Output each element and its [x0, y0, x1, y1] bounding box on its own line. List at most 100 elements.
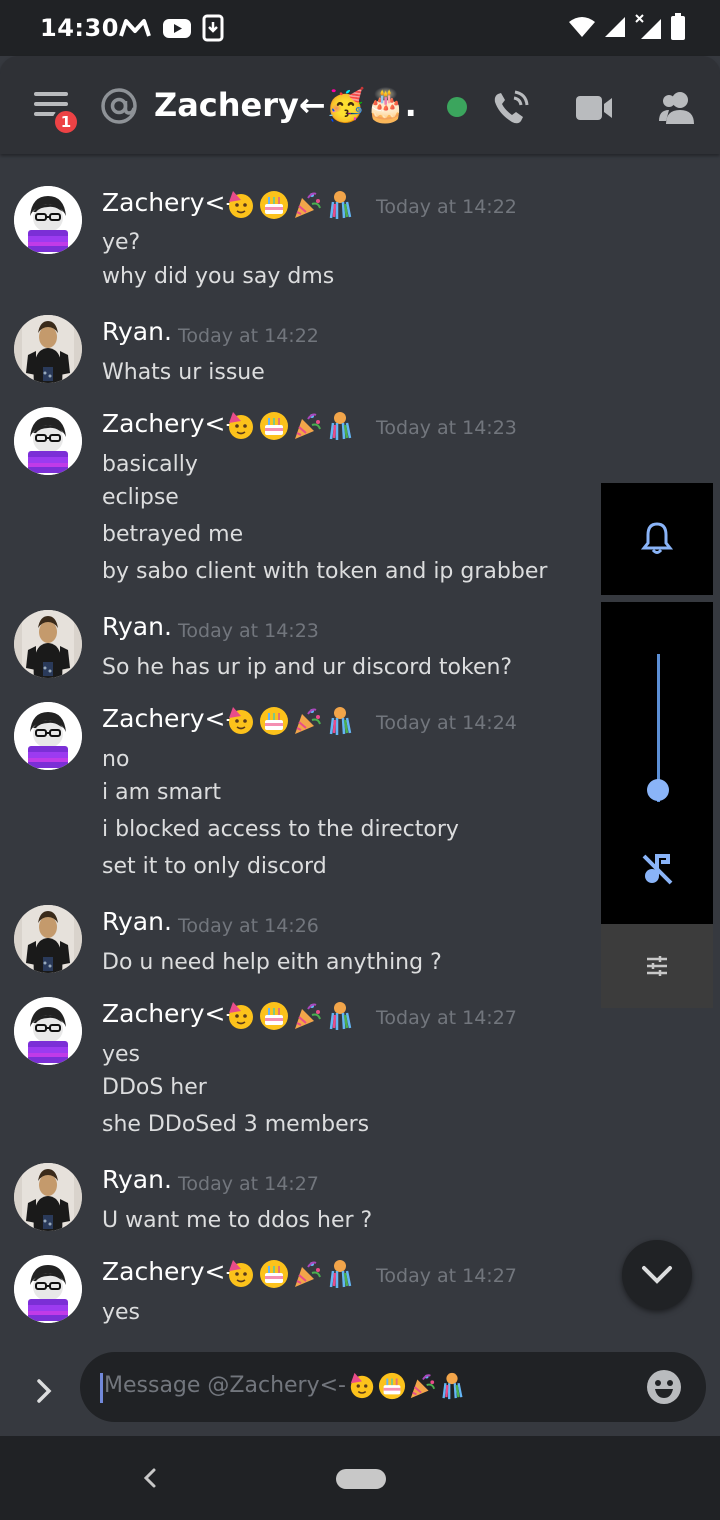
message-text[interactable]: So he has ur ip and ur discord token?: [102, 655, 512, 680]
author-emoji-0: [226, 706, 256, 736]
author-emoji-3: [325, 190, 355, 220]
message-author[interactable]: Ryan.: [102, 907, 172, 936]
back-icon[interactable]: [136, 1460, 166, 1496]
message-author[interactable]: Zachery<-: [102, 704, 234, 733]
discord-dm-screen: 14:30 1 Zachery←🥳🎂… Zachery<- Today at 14…: [0, 0, 720, 1520]
author-emoji-1: [259, 411, 289, 441]
home-button[interactable]: [336, 1469, 386, 1489]
author-emoji-2: [292, 190, 322, 220]
avatar[interactable]: [14, 407, 82, 475]
message-text[interactable]: set it to only discord: [102, 854, 327, 879]
message-text[interactable]: eclipse: [102, 485, 179, 510]
message-text[interactable]: she DDoSed 3 members: [102, 1112, 369, 1137]
author-emoji-1: [259, 1001, 289, 1031]
author-emojis: [226, 1259, 355, 1289]
channel-title: Zachery←🥳🎂…: [154, 86, 416, 124]
author-emojis: [226, 190, 355, 220]
message-author[interactable]: Zachery<-: [102, 999, 234, 1028]
message-text[interactable]: DDoS her: [102, 1075, 207, 1100]
message-author[interactable]: Zachery<-: [102, 188, 234, 217]
message-text[interactable]: U want me to ddos her ?: [102, 1208, 372, 1233]
placeholder-emoji-0: [348, 1372, 376, 1400]
author-emoji-0: [226, 1259, 256, 1289]
author-emojis: [226, 1001, 355, 1031]
message-timestamp: Today at 14:27: [376, 1007, 517, 1029]
signal-x-icon: [635, 14, 661, 39]
message-text[interactable]: Do u need help eith anything ?: [102, 950, 442, 975]
author-emoji-0: [226, 411, 256, 441]
equalizer-icon: [647, 956, 667, 976]
message-timestamp: Today at 14:23: [376, 417, 517, 439]
message-author[interactable]: Ryan.: [102, 612, 172, 641]
message-input[interactable]: Message @Zachery<-: [80, 1352, 706, 1422]
message-text[interactable]: i blocked access to the directory: [102, 817, 459, 842]
placeholder-emoji-2: [408, 1372, 436, 1400]
signal-icon: [605, 17, 625, 37]
author-emoji-1: [259, 706, 289, 736]
message-text[interactable]: yes: [102, 1300, 140, 1325]
author-emoji-2: [292, 411, 322, 441]
message-timestamp: Today at 14:27: [376, 1265, 517, 1287]
avatar[interactable]: [14, 610, 82, 678]
emoji-picker-icon[interactable]: [646, 1369, 682, 1405]
music-off-icon[interactable]: [640, 852, 674, 886]
message-text[interactable]: no: [102, 747, 129, 772]
chevron-right-icon[interactable]: [30, 1376, 60, 1406]
notification-icons: [118, 14, 224, 42]
status-time: 14:30: [40, 14, 119, 42]
author-emojis: [226, 706, 355, 736]
author-emoji-2: [292, 1001, 322, 1031]
message-timestamp: Today at 14:27: [178, 1173, 319, 1195]
message-text[interactable]: ye?: [102, 230, 140, 255]
avatar[interactable]: [14, 315, 82, 383]
status-bar: 14:30: [0, 0, 720, 56]
message-text[interactable]: Whats ur issue: [102, 360, 265, 385]
sound-settings-button[interactable]: [601, 924, 713, 1008]
message-author[interactable]: Ryan.: [102, 317, 172, 346]
author-emoji-3: [325, 1259, 355, 1289]
message-text[interactable]: betrayed me: [102, 522, 243, 547]
author-emojis: [226, 411, 355, 441]
video-icon[interactable]: [574, 88, 614, 128]
battery-icon: [671, 13, 685, 40]
placeholder-emoji-3: [438, 1372, 466, 1400]
ringer-mode-button[interactable]: [601, 483, 713, 595]
avatar[interactable]: [14, 702, 82, 770]
jump-to-bottom-button[interactable]: [622, 1240, 692, 1310]
message-text[interactable]: yes: [102, 1042, 140, 1067]
system-icons: [568, 12, 686, 42]
unread-badge: 1: [52, 108, 80, 136]
author-emoji-3: [325, 706, 355, 736]
avatar[interactable]: [14, 1255, 82, 1323]
call-icon[interactable]: [490, 88, 530, 128]
author-emoji-3: [325, 1001, 355, 1031]
wifi-icon: [569, 17, 595, 37]
bell-icon: [641, 522, 673, 554]
avatar[interactable]: [14, 997, 82, 1065]
placeholder-emoji-1: [378, 1372, 406, 1400]
system-nav-bar: [0, 1436, 720, 1520]
author-emoji-0: [226, 1001, 256, 1031]
avatar[interactable]: [14, 186, 82, 254]
message-text[interactable]: by sabo client with token and ip grabber: [102, 559, 547, 584]
at-icon: [101, 88, 137, 124]
message-timestamp: Today at 14:26: [178, 915, 319, 937]
message-text[interactable]: basically: [102, 452, 198, 477]
message-text[interactable]: why did you say dms: [102, 264, 334, 289]
author-emoji-2: [292, 1259, 322, 1289]
placeholder-text: Message @Zachery<-: [104, 1373, 346, 1398]
message-author[interactable]: Zachery<-: [102, 1257, 234, 1286]
text-caret: [100, 1373, 103, 1403]
message-author[interactable]: Zachery<-: [102, 409, 234, 438]
message-timestamp: Today at 14:23: [178, 620, 319, 642]
members-icon[interactable]: [658, 88, 698, 128]
avatar[interactable]: [14, 905, 82, 973]
avatar[interactable]: [14, 1163, 82, 1231]
author-emoji-1: [259, 190, 289, 220]
author-emoji-1: [259, 1259, 289, 1289]
message-text[interactable]: i am smart: [102, 780, 221, 805]
message-timestamp: Today at 14:22: [376, 196, 517, 218]
message-author[interactable]: Ryan.: [102, 1165, 172, 1194]
volume-thumb[interactable]: [647, 779, 669, 802]
message-timestamp: Today at 14:24: [376, 712, 517, 734]
